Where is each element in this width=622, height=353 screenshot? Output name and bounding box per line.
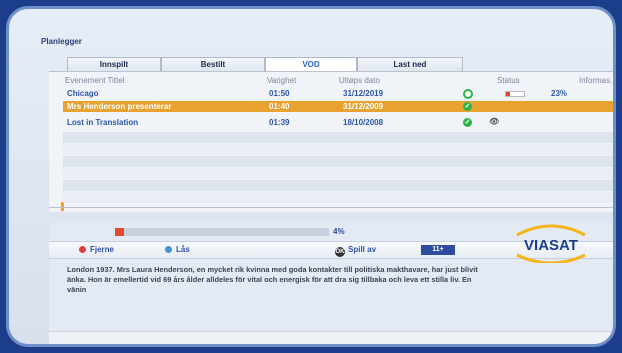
lock-label: Lås [176,245,190,254]
details-panel: 4% Fjerne Lås OK Spill av 11+ VIASAT Lond… [49,223,613,333]
app-title: Planlegger [41,37,82,46]
storage-percent: 4% [333,227,345,236]
tab-last-ned[interactable]: Last ned [357,57,463,71]
nav-arrows-button[interactable]: 11+ [421,245,455,255]
tv-frame: Planlegger Innspilt Bestilt VOD Last ned… [6,6,616,347]
logo-text: VIASAT [524,237,578,254]
row-title: Mrs Henderson presenterar [67,102,172,111]
storage-progress-bar [115,228,329,236]
footer-strip [49,331,613,344]
row-expiry: 18/10/2008 [343,118,384,127]
red-dot-icon [79,246,86,253]
column-header-title: Evenement Tittel [65,76,125,85]
empty-row [63,144,613,155]
ok-button-icon: OK [335,247,345,257]
row-title: Lost in Translation [67,118,139,127]
table-row[interactable]: Lost in Translation 01:39 18/10/2008 ✓ 👁 [63,117,613,128]
check-circle-icon: ✓ [463,102,472,111]
program-description: London 1937. Mrs Laura Henderson, en myc… [67,265,478,294]
row-duration: 01:40 [269,102,290,111]
play-label: Spill av [348,245,377,254]
event-list: Evenement Tittel Varighet Utløps dato St… [49,71,616,212]
empty-row [63,180,613,191]
table-row-selected[interactable]: Mrs Henderson presenterar 01:40 31/12/20… [63,101,613,112]
storage-progress-fill [115,228,124,236]
row-progress-percent: 23% [551,89,568,98]
tab-vod[interactable]: VOD [265,57,357,71]
empty-row [63,132,613,143]
lock-button[interactable]: Lås [165,245,190,254]
delete-label: Fjerne [90,245,115,254]
eye-icon: 👁 [489,117,500,126]
viasat-logo: VIASAT [516,224,586,263]
row-duration: 01:50 [269,89,290,98]
play-button[interactable]: OK Spill av [335,245,376,257]
blue-dot-icon [165,246,172,253]
column-header-status: Status [497,76,520,85]
column-header-info: Informas... [579,76,616,85]
panel-divider [49,207,613,224]
column-header-expiry: Utløps dato [339,76,380,85]
tab-bestilt[interactable]: Bestilt [161,57,265,71]
delete-button[interactable]: Fjerne [79,245,114,254]
tab-innspilt[interactable]: Innspilt [67,57,161,71]
row-progress-bar [505,91,525,97]
row-expiry: 31/12/2009 [343,102,384,111]
column-header-duration: Varighet [267,76,297,85]
table-row[interactable]: Chicago 01:50 31/12/2019 23% [63,88,613,99]
empty-row [63,156,613,167]
empty-row [63,168,613,179]
row-title: Chicago [67,89,99,98]
tab-bar: Innspilt Bestilt VOD Last ned [67,57,463,71]
download-circle-icon [463,89,473,99]
empty-row [63,192,613,203]
row-duration: 01:39 [269,118,290,127]
row-expiry: 31/12/2019 [343,89,384,98]
check-circle-icon: ✓ [463,118,472,127]
